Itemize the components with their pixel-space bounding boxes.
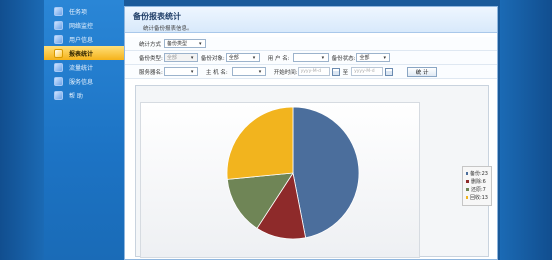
legend-swatch bbox=[466, 179, 469, 183]
page-subtitle: 统计备份报表信息。 bbox=[143, 26, 193, 32]
host-select[interactable]: ▾ bbox=[231, 67, 266, 76]
pie-slice-4 bbox=[226, 106, 294, 180]
user-info-icon bbox=[54, 34, 63, 44]
status-value: 全部 bbox=[359, 55, 370, 61]
stats-button[interactable]: 统 计 bbox=[407, 66, 438, 77]
network-monitor-icon bbox=[54, 20, 63, 30]
sidebar-item-reports[interactable]: 报表统计 bbox=[44, 46, 124, 60]
sidebar-item-help[interactable]: 帮 助 bbox=[44, 88, 124, 102]
chevron-down-icon: ▾ bbox=[252, 55, 256, 61]
calendar-icon[interactable] bbox=[385, 67, 394, 76]
filter-row-2: 服务器名: ▾ 主 机 名: ▾ 开始时间: yyyy-M-d 至 yyyy-M… bbox=[125, 65, 497, 79]
stat-mode-row: 统计方式 备份类型 ▾ bbox=[125, 37, 497, 51]
chevron-down-icon: ▾ bbox=[321, 55, 325, 61]
legend-label: 删除:6 bbox=[471, 178, 486, 185]
sidebar-item-label: 流量统计 bbox=[69, 64, 94, 72]
chart-legend: 备份:23 删除:6 还原:7 回收:13 bbox=[462, 166, 492, 206]
stat-mode-select[interactable]: 备份类型 ▾ bbox=[164, 39, 207, 48]
title-bar: 备份报表统计 统计备份报表信息。 bbox=[125, 7, 497, 33]
task-icon bbox=[54, 6, 63, 16]
start-date-input[interactable]: yyyy-M-d bbox=[297, 67, 330, 76]
backup-target-select[interactable]: 全部 ▾ bbox=[225, 53, 260, 62]
sidebar-item-label: 用户信息 bbox=[69, 36, 94, 44]
page-title: 备份报表统计 bbox=[133, 12, 181, 21]
status-select[interactable]: 全部 ▾ bbox=[356, 53, 391, 62]
chevron-down-icon: ▾ bbox=[258, 69, 262, 75]
sidebar-item-label: 报表统计 bbox=[69, 50, 94, 58]
sidebar-item-service-info[interactable]: 服务信息 bbox=[44, 74, 124, 88]
traffic-stats-icon bbox=[54, 62, 63, 72]
pie-slice-1 bbox=[292, 106, 360, 239]
end-date-input[interactable]: yyyy-M-d bbox=[351, 67, 384, 76]
legend-item: 删除:6 bbox=[466, 177, 488, 185]
legend-label: 回收:13 bbox=[469, 194, 488, 201]
sidebar: 任务项 网络监控 用户信息 报表统计 流量统计 服务信息 帮 助 bbox=[44, 0, 124, 260]
sidebar-item-label: 任务项 bbox=[69, 8, 88, 16]
sidebar-item-label: 帮 助 bbox=[69, 92, 83, 100]
backup-type-select[interactable]: 全部 ▾ bbox=[163, 53, 198, 62]
legend-item: 还原:7 bbox=[466, 185, 488, 193]
server-label: 服务器名: bbox=[139, 69, 163, 76]
user-select[interactable]: ▾ bbox=[292, 53, 329, 62]
left-background-band bbox=[0, 0, 44, 260]
backup-type-label: 备份类型: bbox=[139, 55, 163, 62]
legend-swatch bbox=[466, 187, 469, 191]
legend-item: 备份:23 bbox=[466, 169, 488, 177]
status-label: 备份状态: bbox=[331, 55, 356, 62]
calendar-icon[interactable] bbox=[331, 67, 340, 76]
server-select[interactable]: ▾ bbox=[163, 67, 198, 76]
backup-target-label: 备份对象: bbox=[200, 55, 225, 62]
sidebar-item-label: 服务信息 bbox=[69, 78, 94, 86]
sidebar-item-tasks[interactable]: 任务项 bbox=[44, 4, 124, 18]
report-icon bbox=[54, 48, 63, 58]
right-background-band bbox=[500, 0, 552, 260]
service-info-icon bbox=[54, 76, 63, 86]
legend-item: 回收:13 bbox=[466, 193, 488, 201]
chevron-down-icon: ▾ bbox=[190, 69, 194, 75]
chevron-down-icon: ▾ bbox=[383, 55, 386, 61]
chevron-down-icon: ▾ bbox=[199, 41, 202, 47]
legend-label: 备份:23 bbox=[469, 170, 488, 177]
filter-row-1: 备份类型: 全部 ▾ 备份对象: 全部 ▾ 用 户 名: ▾ 备份状态: 全部 … bbox=[125, 51, 497, 65]
help-icon bbox=[54, 90, 63, 100]
backup-type-value: 全部 bbox=[166, 55, 177, 61]
to-label: 至 bbox=[342, 69, 349, 76]
pie-chart bbox=[226, 106, 360, 240]
chevron-down-icon: ▾ bbox=[190, 55, 194, 61]
legend-swatch bbox=[466, 195, 468, 199]
start-time-label: 开始时间: bbox=[273, 69, 298, 76]
user-label: 用 户 名: bbox=[267, 55, 290, 62]
chart-plot-area bbox=[140, 102, 420, 258]
sidebar-item-traffic-stats[interactable]: 流量统计 bbox=[44, 60, 124, 74]
legend-label: 还原:7 bbox=[471, 186, 486, 193]
host-label: 主 机 名: bbox=[205, 69, 228, 76]
stat-mode-value: 备份类型 bbox=[167, 41, 188, 47]
stat-mode-label: 统计方式 bbox=[139, 41, 162, 48]
backup-target-value: 全部 bbox=[228, 55, 239, 61]
main-panel: 备份报表统计 统计备份报表信息。 统计方式 备份类型 ▾ 备份类型: 全部 ▾ … bbox=[124, 6, 498, 260]
sidebar-item-label: 网络监控 bbox=[69, 22, 94, 30]
legend-swatch bbox=[466, 171, 468, 175]
sidebar-item-network-monitor[interactable]: 网络监控 bbox=[44, 18, 124, 32]
chart-area: 备份:23 删除:6 还原:7 回收:13 bbox=[135, 85, 492, 258]
sidebar-item-user-info[interactable]: 用户信息 bbox=[44, 32, 124, 46]
